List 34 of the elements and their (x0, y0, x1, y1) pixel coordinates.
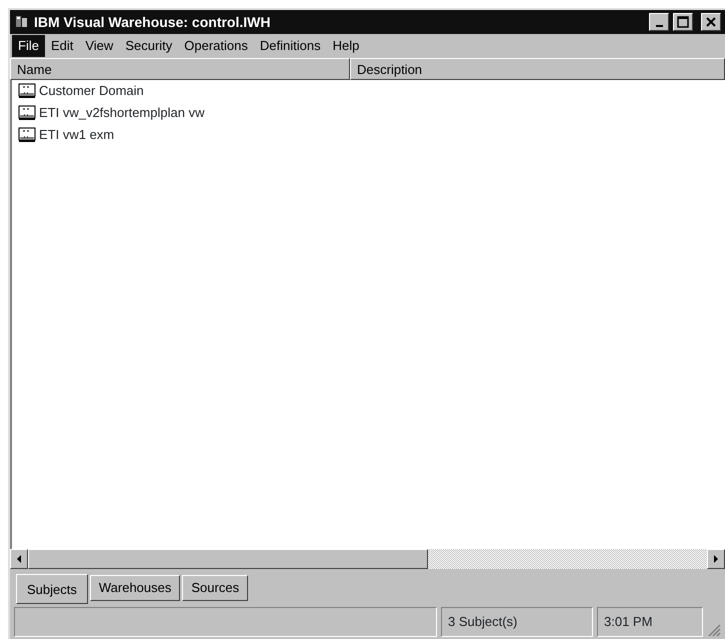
left-arrow-icon (16, 555, 22, 563)
status-count: 3 Subject(s) (441, 607, 593, 637)
status-time: 3:01 PM (597, 607, 703, 637)
minimize-button[interactable] (649, 13, 669, 31)
menu-item[interactable]: File (12, 35, 45, 57)
tab[interactable]: Subjects (16, 574, 88, 604)
scroll-left-button[interactable] (10, 549, 28, 569)
subject-name[interactable]: ETI vw_v2fshortemplplan vw (39, 103, 204, 123)
subject-icon (18, 127, 36, 143)
menu-item[interactable]: View (79, 35, 120, 57)
subject-icon (18, 105, 36, 121)
scroll-right-button[interactable] (707, 549, 725, 569)
subject-name[interactable]: Customer Domain (39, 81, 144, 101)
menu-item[interactable]: Help (326, 35, 366, 57)
right-arrow-icon (713, 555, 719, 563)
minimize-icon (656, 25, 662, 27)
menu-item[interactable]: Operations (178, 35, 254, 57)
subject-name[interactable]: ETI vw1 exm (39, 125, 114, 145)
close-icon (706, 17, 716, 27)
tab[interactable]: Warehouses (90, 575, 180, 600)
scroll-thumb[interactable] (28, 549, 428, 569)
app-icon (14, 14, 30, 30)
maximize-button[interactable] (673, 13, 693, 31)
subject-icon (18, 83, 36, 99)
window-title: IBM Visual Warehouse: control.IWH (34, 12, 272, 32)
close-button[interactable] (701, 13, 721, 31)
menu-item[interactable]: Definitions (254, 35, 327, 57)
menu-item[interactable]: Security (119, 35, 178, 57)
column-header[interactable]: Name (10, 58, 350, 80)
menu-item[interactable]: Edit (44, 35, 80, 57)
maximize-icon (677, 16, 689, 28)
column-header[interactable]: Description (350, 58, 725, 80)
resize-grip-icon[interactable] (707, 623, 721, 637)
tab[interactable]: Sources (182, 575, 248, 600)
